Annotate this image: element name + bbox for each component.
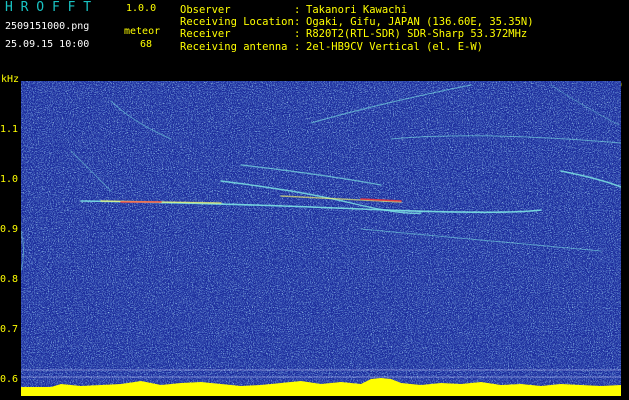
image-filename: 2509151000.png bbox=[5, 21, 90, 32]
receiver-label: Receiver bbox=[180, 28, 231, 41]
y-axis-unit: kHz bbox=[1, 74, 20, 85]
spectrogram-plot bbox=[21, 81, 621, 396]
y-tick-label: 0.9 bbox=[0, 224, 19, 235]
observer-value: Takanori Kawachi bbox=[306, 4, 408, 16]
meteor-label: meteor bbox=[124, 26, 161, 37]
capture-datetime: 25.09.15 10:00 bbox=[5, 39, 90, 50]
y-tick-label: 0.8 bbox=[0, 274, 19, 285]
receiver-sep: : bbox=[294, 28, 301, 41]
location-value: Ogaki, Gifu, JAPAN (136.60E, 35.35N) bbox=[306, 16, 534, 29]
location-sep: : bbox=[294, 16, 301, 29]
receiver-value: R820T2(RTL-SDR) SDR-Sharp 53.372MHz bbox=[306, 28, 528, 41]
spectrogram-noise-speckle bbox=[21, 81, 621, 396]
observer-row: Observer : Takanori Kawachi bbox=[180, 4, 534, 16]
antenna-row: Receiving antenna : 2el-HB9CV Vertical (… bbox=[180, 41, 534, 53]
y-tick-label: 0.6 bbox=[0, 374, 19, 385]
y-tick-label: 1.0 bbox=[0, 174, 19, 185]
station-info: Observer : Takanori Kawachi Receiving Lo… bbox=[180, 4, 534, 53]
antenna-sep: : bbox=[294, 40, 301, 53]
receiver-row: Receiver : R820T2(RTL-SDR) SDR-Sharp 53.… bbox=[180, 28, 534, 40]
location-label: Receiving Location bbox=[180, 16, 294, 29]
y-tick-label: 0.7 bbox=[0, 324, 19, 335]
antenna-label: Receiving antenna bbox=[180, 40, 288, 53]
y-tick-label: 1.1 bbox=[0, 124, 19, 135]
observer-sep: : bbox=[294, 4, 301, 16]
observer-label: Observer bbox=[180, 4, 231, 16]
app-title: H R O F F T bbox=[5, 0, 92, 15]
meteor-count: 68 bbox=[140, 39, 153, 50]
app-version: 1.0.0 bbox=[126, 3, 157, 14]
location-row: Receiving Location : Ogaki, Gifu, JAPAN … bbox=[180, 16, 534, 28]
spectrogram-canvas bbox=[21, 81, 621, 396]
antenna-value: 2el-HB9CV Vertical (el. E-W) bbox=[306, 40, 484, 53]
